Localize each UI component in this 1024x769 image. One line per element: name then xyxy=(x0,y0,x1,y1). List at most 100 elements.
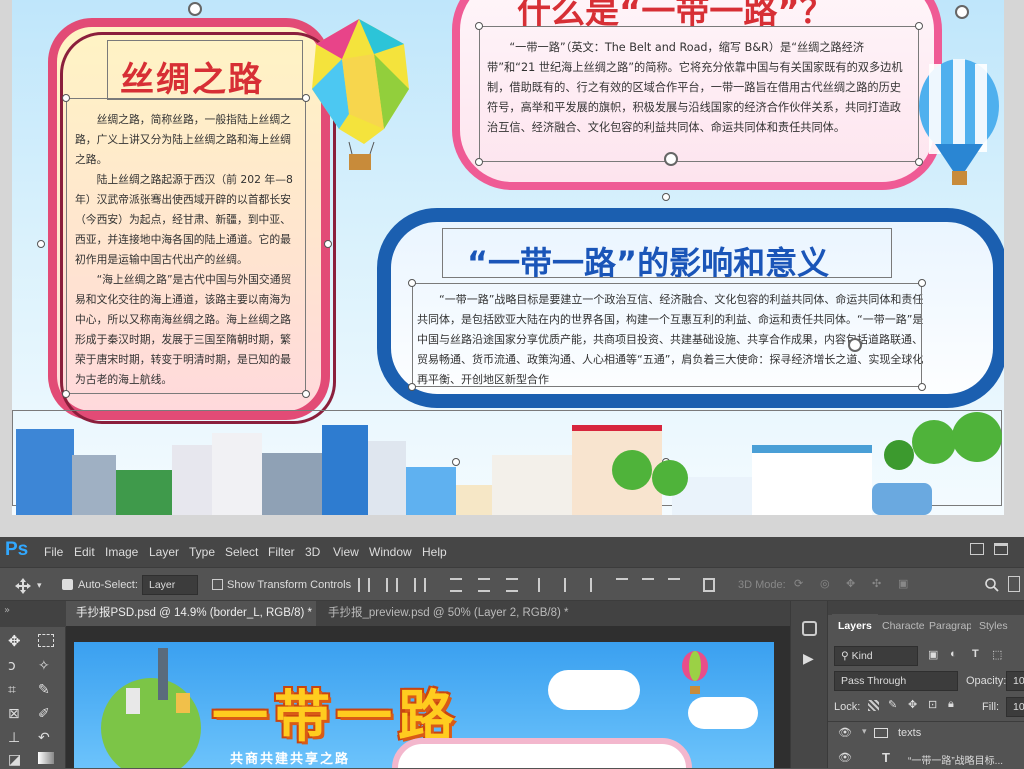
lock-position-icon[interactable]: ✥ xyxy=(908,698,917,711)
workspace-icon[interactable] xyxy=(1008,576,1020,592)
rotate-handle-icon[interactable] xyxy=(664,152,678,166)
menu-3d[interactable]: 3D xyxy=(305,545,320,559)
auto-select-checkbox[interactable] xyxy=(62,579,73,590)
3d-slide-icon[interactable]: ✣ xyxy=(872,577,881,590)
transform-handle[interactable] xyxy=(62,390,70,398)
transform-handle[interactable] xyxy=(37,240,45,248)
blend-mode-dropdown[interactable]: Pass Through xyxy=(834,671,958,691)
lock-pixels-icon[interactable]: ✎ xyxy=(888,698,897,711)
restore-window-icon[interactable] xyxy=(970,543,984,555)
middle-title-bounding-box[interactable] xyxy=(442,228,892,278)
align-vertical-center-icon[interactable] xyxy=(386,578,398,592)
layer-row-text[interactable]: 👁︎ T “一带一路”战略目标... xyxy=(828,749,1024,769)
canvas-area[interactable]: 一带一路 共商共建共享之路 xyxy=(66,626,790,768)
left-text-bounding-box[interactable] xyxy=(66,98,306,394)
transform-handle[interactable] xyxy=(408,383,416,391)
3d-rotate-icon[interactable]: ⟳ xyxy=(794,577,803,590)
image-filter-icon[interactable]: ▣ xyxy=(928,648,938,661)
lasso-tool-icon[interactable]: ↄ xyxy=(8,658,16,674)
menu-window[interactable]: Window xyxy=(369,545,412,559)
distribute-center-icon[interactable] xyxy=(564,578,576,592)
chevron-down-icon[interactable]: ▾ xyxy=(37,580,42,591)
align-right-icon[interactable] xyxy=(506,578,518,592)
transform-handle[interactable] xyxy=(918,383,926,391)
transform-handle[interactable] xyxy=(408,279,416,287)
menu-layer[interactable]: Layer xyxy=(149,545,179,559)
menu-view[interactable]: View xyxy=(333,545,359,559)
3d-scale-icon[interactable]: ▣ xyxy=(898,577,908,590)
transform-handle[interactable] xyxy=(302,390,310,398)
align-bottom-icon[interactable] xyxy=(414,578,426,592)
document-canvas[interactable]: 一带一路 共商共建共享之路 xyxy=(74,642,774,768)
tab-preview-document[interactable]: 手抄报_preview.psd @ 50% (Layer 2, RGB/8) *… xyxy=(318,601,578,644)
3d-panel-icon[interactable] xyxy=(802,621,817,636)
transform-handle[interactable] xyxy=(62,94,70,102)
search-icon[interactable] xyxy=(984,577,1000,593)
tab-psd-document[interactable]: 手抄报PSD.psd @ 14.9% (border_L, RGB/8) * × xyxy=(66,601,316,644)
opacity-input[interactable]: 100% xyxy=(1006,671,1024,691)
distribute-right-icon[interactable] xyxy=(668,578,680,592)
menu-help[interactable]: Help xyxy=(422,545,447,559)
layer-row-group[interactable]: 👁︎ ▾ texts xyxy=(828,723,1024,745)
eyedropper-icon[interactable]: ✎ xyxy=(38,682,50,698)
lock-artboard-icon[interactable]: ⊡ xyxy=(928,698,937,711)
maximize-window-icon[interactable] xyxy=(994,543,1008,555)
top-text-bounding-box[interactable] xyxy=(479,26,919,162)
3d-drag-icon[interactable]: ✥ xyxy=(846,577,855,590)
transform-handle[interactable] xyxy=(475,22,483,30)
crop-tool-icon[interactable]: ⌗ xyxy=(8,682,16,698)
tab-character[interactable]: Character xyxy=(882,614,924,638)
transform-handle[interactable] xyxy=(302,94,310,102)
tab-styles[interactable]: Styles xyxy=(979,614,1019,638)
auto-align-icon[interactable] xyxy=(703,578,715,592)
clone-stamp-icon[interactable]: ⊥ xyxy=(8,730,20,746)
panel-collapse-icon[interactable]: » xyxy=(4,605,10,616)
left-title-bounding-box[interactable] xyxy=(107,40,303,100)
layer-filter-dropdown[interactable]: ⚲ Kind xyxy=(834,646,918,666)
transform-handle[interactable] xyxy=(915,158,923,166)
lock-transparent-icon[interactable] xyxy=(868,700,879,711)
gradient-tool-icon[interactable] xyxy=(38,752,54,764)
healing-brush-icon[interactable]: ⊠ xyxy=(8,706,20,722)
marquee-tool-icon[interactable] xyxy=(38,634,54,647)
distribute-left-icon[interactable] xyxy=(616,578,628,592)
lock-all-icon[interactable]: 🔒︎ xyxy=(948,698,954,711)
transform-handle[interactable] xyxy=(662,193,670,201)
rotate-handle-icon[interactable] xyxy=(955,5,969,19)
distribute-horizontal-icon[interactable] xyxy=(642,578,654,592)
brush-tool-icon[interactable]: ✐ xyxy=(38,706,50,722)
middle-text-bounding-box[interactable] xyxy=(412,283,922,387)
magic-wand-icon[interactable]: ✧ xyxy=(38,658,50,674)
menu-type[interactable]: Type xyxy=(189,545,215,559)
transform-handle[interactable] xyxy=(475,158,483,166)
history-brush-icon[interactable]: ↶ xyxy=(38,730,50,746)
align-top-icon[interactable] xyxy=(358,578,370,592)
adjustment-filter-icon[interactable]: ◐ xyxy=(950,648,957,660)
shape-filter-icon[interactable]: ⬚ xyxy=(992,648,1002,661)
align-horizontal-center-icon[interactable] xyxy=(478,578,490,592)
menu-edit[interactable]: Edit xyxy=(74,545,95,559)
menu-file[interactable]: File xyxy=(44,545,63,559)
eraser-tool-icon[interactable]: ◪ xyxy=(8,752,21,768)
tab-layers[interactable]: Layers xyxy=(832,614,878,638)
chevron-down-icon[interactable]: ▾ xyxy=(862,726,867,737)
menu-image[interactable]: Image xyxy=(105,545,138,559)
move-tool-icon[interactable] xyxy=(14,577,32,595)
type-filter-icon[interactable]: T xyxy=(972,648,979,660)
tab-paragraph[interactable]: Paragraph xyxy=(929,614,971,638)
transform-handle[interactable] xyxy=(918,279,926,287)
show-transform-checkbox[interactable] xyxy=(212,579,223,590)
play-icon[interactable]: ▶ xyxy=(803,651,814,667)
menu-filter[interactable]: Filter xyxy=(268,545,295,559)
transform-handle[interactable] xyxy=(324,240,332,248)
rotate-handle-icon[interactable] xyxy=(188,2,202,16)
menu-select[interactable]: Select xyxy=(225,545,258,559)
align-left-icon[interactable] xyxy=(450,578,462,592)
auto-select-dropdown[interactable]: Layer xyxy=(142,575,198,595)
visibility-eye-icon[interactable]: 👁︎ xyxy=(838,751,852,764)
distribute-top-icon[interactable] xyxy=(538,578,550,592)
transform-handle[interactable] xyxy=(915,22,923,30)
3d-roll-icon[interactable]: ◎ xyxy=(820,577,830,590)
move-tool-icon[interactable]: ✥ xyxy=(8,632,21,650)
fill-input[interactable]: 100% xyxy=(1006,697,1024,717)
